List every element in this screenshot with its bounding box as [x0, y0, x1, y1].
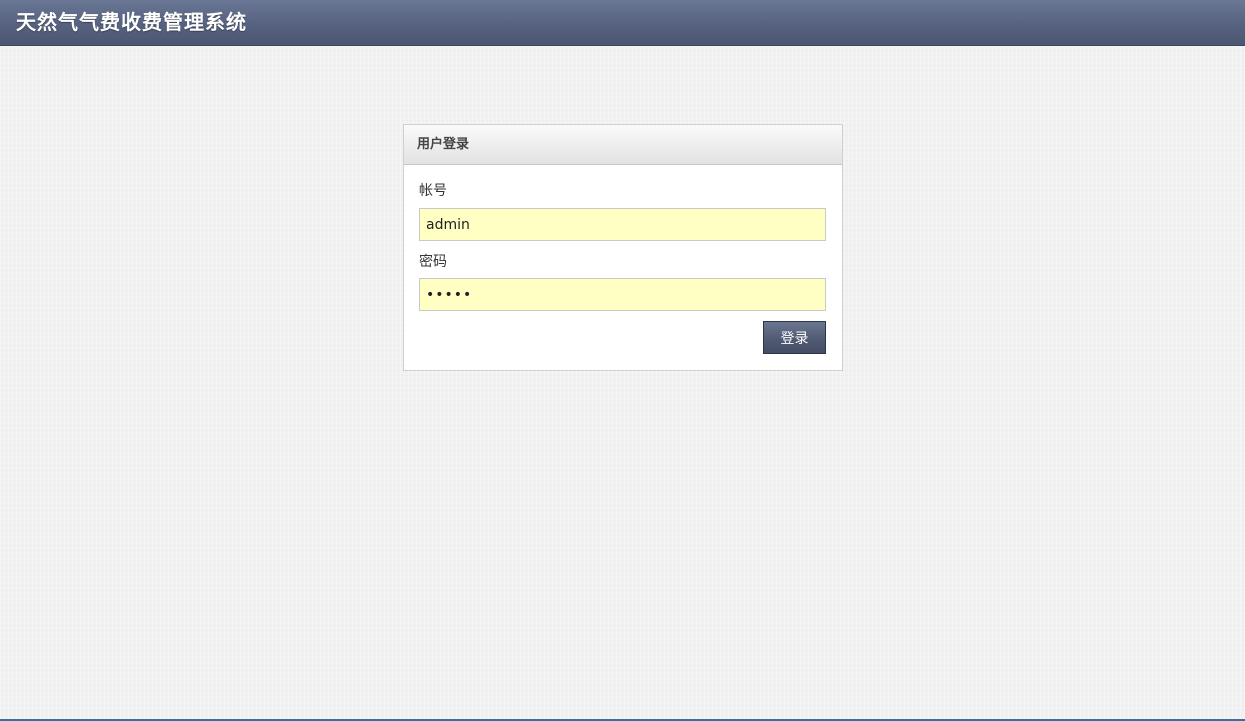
login-panel: 用户登录 帐号 密码 登录	[403, 124, 843, 371]
account-label: 帐号	[419, 183, 447, 199]
app-title: 天然气气费收费管理系统	[16, 10, 247, 34]
password-input[interactable]	[419, 278, 826, 311]
password-label: 密码	[419, 254, 447, 270]
login-panel-header: 用户登录	[404, 125, 842, 165]
top-header-bar: 天然气气费收费管理系统	[0, 0, 1245, 46]
account-input[interactable]	[419, 208, 826, 241]
login-panel-title: 用户登录	[417, 137, 470, 152]
login-button[interactable]: 登录	[763, 321, 826, 354]
